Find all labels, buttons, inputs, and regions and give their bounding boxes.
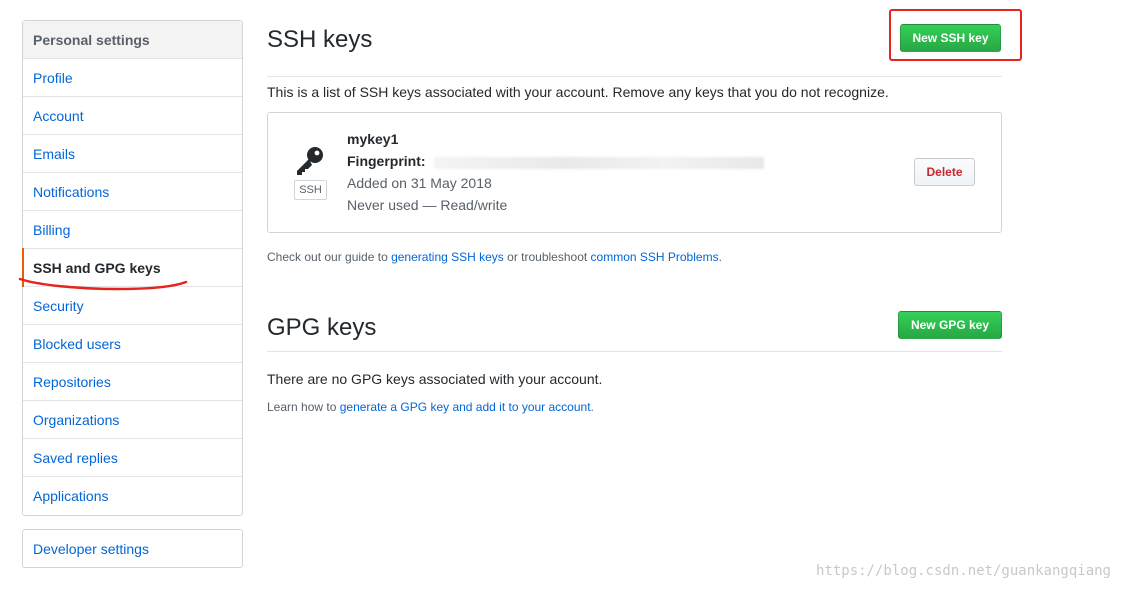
gpg-empty-message: There are no GPG keys associated with yo… bbox=[267, 371, 603, 387]
sidebar-item-repositories[interactable]: Repositories bbox=[23, 363, 242, 401]
sidebar-item-notifications[interactable]: Notifications bbox=[23, 173, 242, 211]
sidebar-item-billing[interactable]: Billing bbox=[23, 211, 242, 249]
sidebar-item-ssh-gpg-keys[interactable]: SSH and GPG keys bbox=[22, 248, 242, 287]
sidebar-item-saved-replies[interactable]: Saved replies bbox=[23, 439, 242, 477]
key-usage: Never used — Read/write bbox=[347, 197, 508, 213]
sidebar-item-developer-settings[interactable]: Developer settings bbox=[22, 529, 243, 568]
sidebar-heading: Personal settings bbox=[23, 21, 242, 59]
generate-gpg-key-link[interactable]: generate a GPG key and add it to your ac… bbox=[340, 400, 591, 414]
sidebar-item-applications[interactable]: Applications bbox=[23, 477, 242, 515]
key-icon bbox=[294, 146, 328, 181]
guide-text: or troubleshoot bbox=[503, 250, 591, 264]
sidebar-item-profile[interactable]: Profile bbox=[23, 59, 242, 97]
ssh-guide-note: Check out our guide to generating SSH ke… bbox=[267, 250, 722, 264]
sidebar-item-organizations[interactable]: Organizations bbox=[23, 401, 242, 439]
key-fingerprint-label: Fingerprint: bbox=[347, 153, 426, 169]
learn-text: Learn how to bbox=[267, 400, 340, 414]
watermark: https://blog.csdn.net/guankangqiang bbox=[815, 563, 1111, 579]
generating-ssh-keys-link[interactable]: generating SSH keys bbox=[391, 250, 504, 264]
sidebar-item-security[interactable]: Security bbox=[23, 287, 242, 325]
sidebar-item-account[interactable]: Account bbox=[23, 97, 242, 135]
ssh-badge: SSH bbox=[294, 180, 327, 200]
gpg-learn-note: Learn how to generate a GPG key and add … bbox=[267, 400, 594, 414]
key-fingerprint-redacted bbox=[434, 157, 764, 169]
gpg-section-title: GPG keys bbox=[267, 314, 377, 341]
gpg-section-header: GPG keys New GPG key bbox=[267, 300, 1002, 352]
sidebar-item-blocked-users[interactable]: Blocked users bbox=[23, 325, 242, 363]
sidebar-item-emails[interactable]: Emails bbox=[23, 135, 242, 173]
ssh-key-item: SSH mykey1 Fingerprint: Added on 31 May … bbox=[267, 112, 1002, 233]
common-ssh-problems-link[interactable]: common SSH Problems bbox=[591, 250, 719, 264]
delete-key-button[interactable]: Delete bbox=[914, 158, 975, 186]
key-name: mykey1 bbox=[347, 131, 399, 147]
new-ssh-key-button[interactable]: New SSH key bbox=[900, 24, 1001, 52]
guide-text: Check out our guide to bbox=[267, 250, 392, 264]
learn-text: . bbox=[590, 400, 594, 414]
new-gpg-key-button[interactable]: New GPG key bbox=[898, 311, 1002, 339]
guide-text: . bbox=[718, 250, 722, 264]
ssh-section-title: SSH keys bbox=[267, 26, 373, 53]
ssh-description: This is a list of SSH keys associated wi… bbox=[267, 84, 889, 100]
key-added-date: Added on 31 May 2018 bbox=[347, 175, 492, 191]
ssh-section-header: SSH keys New SSH key bbox=[267, 20, 1002, 77]
settings-sidebar: Personal settings Profile Account Emails… bbox=[22, 20, 243, 516]
